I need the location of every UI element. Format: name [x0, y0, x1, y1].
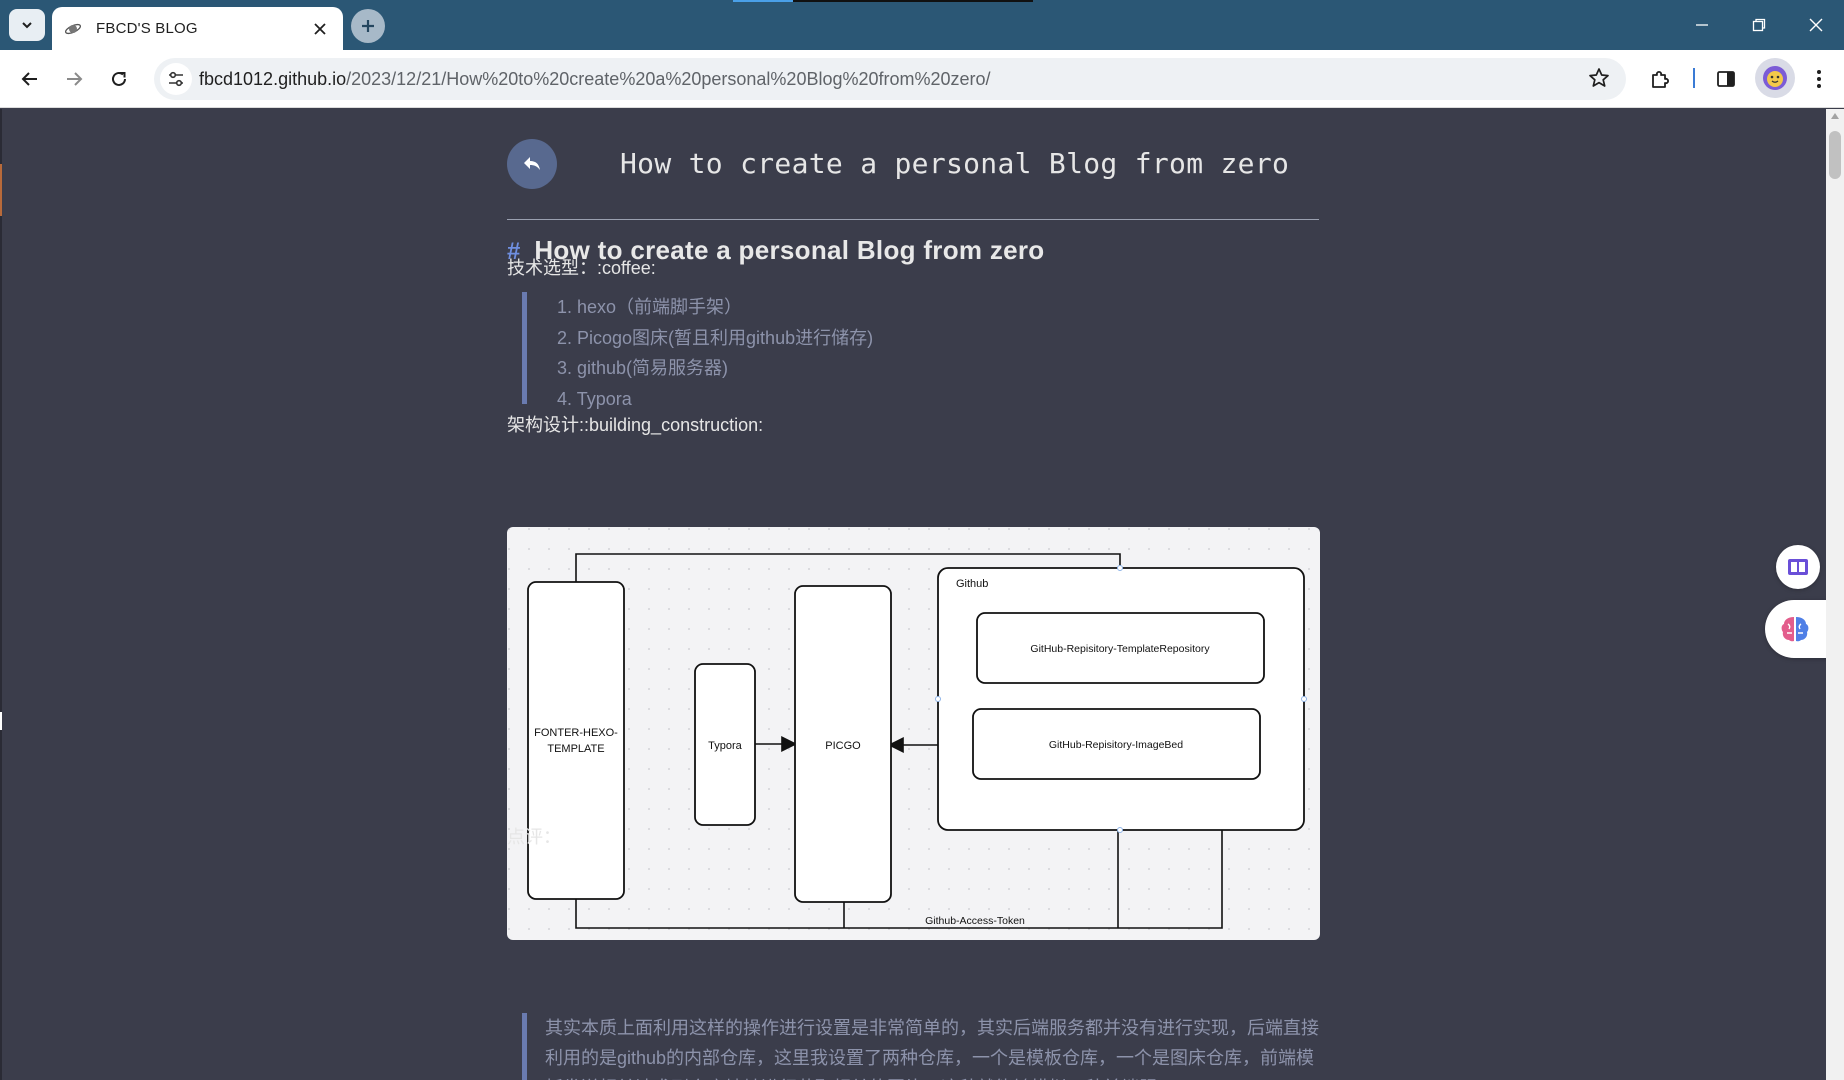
template-repo-label: GitHub-Repisitory-TemplateRepository: [1030, 643, 1210, 655]
page-header-title: How to create a personal Blog from zero: [620, 147, 1290, 180]
github-container: [937, 567, 1305, 831]
more-vertical-icon: [1817, 70, 1821, 88]
avatar-icon: [1763, 66, 1787, 90]
tech-list: 1. hexo（前端脚手架） 2. Picogo图床(暂且利用github进行储…: [527, 292, 873, 414]
side-panel-icon: [1717, 71, 1735, 87]
minimize-icon: [1695, 24, 1708, 26]
chevron-down-icon: [22, 22, 32, 29]
anchor-handle: [1117, 565, 1123, 571]
anchor-handle: [1301, 696, 1307, 702]
forward-button[interactable]: [57, 62, 91, 96]
reply-arrow-icon: [524, 157, 540, 170]
planet-favicon-icon: [64, 23, 82, 34]
reload-icon: [112, 71, 126, 86]
close-window-button[interactable]: [1787, 0, 1844, 50]
fonter-label-line2: TEMPLATE: [547, 743, 604, 755]
plus-icon: [362, 20, 374, 32]
ai-assistant-button[interactable]: [1765, 600, 1831, 658]
scroll-thumb[interactable]: [1829, 131, 1841, 179]
browser-titlebar: FBCD'S BLOG: [0, 0, 1844, 50]
github-label: Github: [956, 578, 988, 590]
list-item: 3. github(简易服务器): [557, 358, 729, 378]
back-button[interactable]: [13, 62, 47, 96]
browser-toolbar: fbcd1012.github.io/2023/12/21/How%20to%2…: [0, 50, 1844, 108]
anchor-handle: [935, 696, 941, 702]
tab-search-button[interactable]: [9, 9, 45, 41]
page-scrollbar[interactable]: [1826, 109, 1844, 1080]
url-path: /2023/12/21/How%20to%20create%20a%20pers…: [346, 69, 991, 89]
restore-icon: [1752, 18, 1765, 32]
site-info-button[interactable]: [160, 63, 192, 95]
restore-button[interactable]: [1730, 0, 1787, 50]
tech-label: 技术选型：:coffee:: [507, 258, 656, 278]
profile-avatar[interactable]: [1755, 58, 1795, 98]
left-edge-marker: [0, 164, 2, 216]
puzzle-icon: [1652, 71, 1669, 88]
close-icon: [1809, 18, 1822, 32]
left-edge-marker: [0, 712, 2, 730]
review-text: 其实本质上面利用这样的操作进行设置是非常简单的，其实后端服务都并没有进行实现，后…: [545, 1018, 1319, 1080]
url-text: fbcd1012.github.io/2023/12/21/How%20to%2…: [199, 69, 991, 90]
scroll-up-arrow-icon[interactable]: [1831, 113, 1839, 119]
left-edge: [0, 109, 2, 1080]
side-panel-button[interactable]: [1709, 62, 1743, 96]
imagebed-repo-label: GitHub-Repisitory-ImageBed: [1049, 739, 1183, 751]
tune-icon: [169, 71, 183, 87]
extensions-button[interactable]: [1643, 62, 1677, 96]
list-item: 4. Typora: [557, 388, 632, 409]
tech-blockquote: 1. hexo（前端脚手架） 2. Picogo图床(暂且利用github进行储…: [522, 292, 873, 409]
new-tab-button[interactable]: [351, 9, 385, 43]
tab-close-icon[interactable]: [309, 18, 331, 40]
bookmark-star-icon[interactable]: [1588, 67, 1610, 94]
back-to-home-button[interactable]: [507, 139, 557, 189]
anchor-handle: [1117, 827, 1123, 833]
browser-tab[interactable]: FBCD'S BLOG: [52, 7, 343, 50]
brain-icon: [1781, 617, 1809, 642]
toolbar-separator: [1693, 68, 1695, 88]
book-icon: [1788, 559, 1808, 575]
list-item: 2. Picogo图床(暂且利用github进行储存): [557, 327, 874, 348]
access-token-label: Github-Access-Token: [925, 915, 1025, 927]
arrow-right-icon: [67, 72, 83, 86]
review-blockquote: 其实本质上面利用这样的操作进行设置是非常简单的，其实后端服务都并没有进行实现，后…: [522, 1013, 1322, 1080]
list-item: 1. hexo（前端脚手架）: [557, 297, 743, 317]
typora-label: Typora: [708, 740, 743, 752]
fonter-label-line1: FONTER-HEXO-: [534, 727, 618, 739]
reader-mode-button[interactable]: [1776, 545, 1820, 589]
architecture-label: 架构设计::building_construction:: [507, 415, 764, 435]
url-domain: fbcd1012.github.io: [199, 69, 347, 89]
minimize-button[interactable]: [1673, 0, 1730, 50]
reload-button[interactable]: [102, 62, 136, 96]
menu-button[interactable]: [1802, 62, 1836, 96]
arrow-left-icon: [21, 72, 37, 86]
header-divider: [507, 219, 1319, 220]
tab-title: FBCD'S BLOG: [96, 20, 198, 37]
picgo-label: PICGO: [825, 740, 861, 752]
architecture-diagram: FONTER-HEXO- TEMPLATE Typora PICGO Githu…: [507, 527, 1320, 940]
fonter-box: [527, 581, 625, 900]
address-bar[interactable]: fbcd1012.github.io/2023/12/21/How%20to%2…: [154, 58, 1626, 100]
page-viewport: How to create a personal Blog from zero …: [0, 109, 1826, 1080]
review-label: 点评：: [507, 827, 561, 847]
